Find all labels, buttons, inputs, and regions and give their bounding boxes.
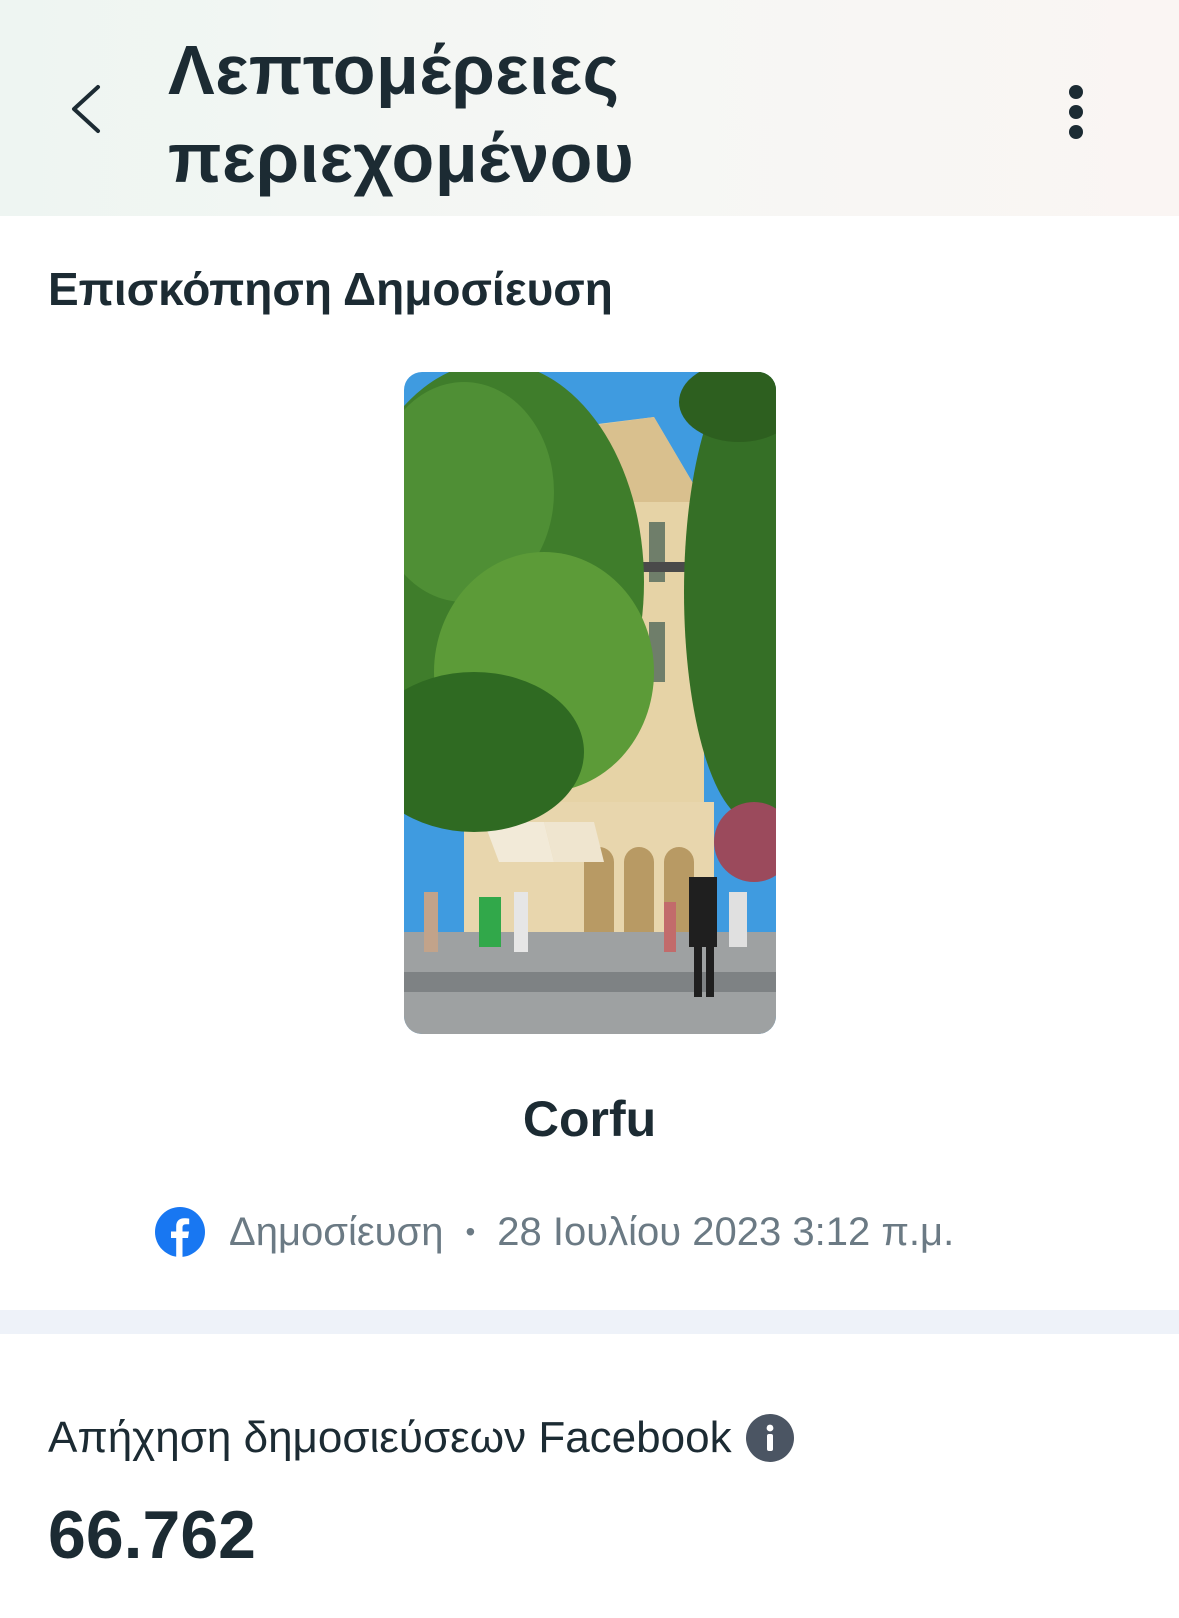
top-app-bar: Λεπτομέρειες περιεχομένου (0, 0, 1179, 216)
more-vertical-icon (1069, 85, 1083, 139)
back-button[interactable] (56, 74, 116, 144)
info-icon[interactable] (745, 1414, 794, 1462)
reach-label: Απήχηση δημοσιεύσεων Facebook (48, 1413, 732, 1462)
post-photo (404, 372, 776, 1034)
page-title: Λεπτομέρειες περιεχομένου (168, 26, 988, 202)
page-title-line2: περιεχομένου (168, 119, 635, 197)
meta-separator: • (465, 1216, 476, 1247)
post-type-label: Δημοσίευση (229, 1209, 444, 1254)
post-title: Corfu (522, 1091, 657, 1147)
more-options-button[interactable] (1046, 72, 1106, 152)
section-heading: Επισκόπηση Δημοσίευση (48, 263, 613, 315)
reach-label-row: Απήχηση δημοσιεύσεων Facebook (48, 1410, 794, 1466)
section-divider (0, 1310, 1179, 1334)
chevron-left-icon (72, 85, 100, 133)
facebook-icon (155, 1207, 205, 1257)
reach-value: 66.762 (48, 1497, 256, 1573)
page-title-line1: Λεπτομέρειες (168, 31, 620, 109)
post-thumbnail[interactable] (404, 372, 776, 1034)
post-timestamp: 28 Ιουλίου 2023 3:12 π.μ. (497, 1209, 955, 1254)
post-meta: Δημοσίευση • 28 Ιουλίου 2023 3:12 π.μ. (155, 1206, 954, 1258)
